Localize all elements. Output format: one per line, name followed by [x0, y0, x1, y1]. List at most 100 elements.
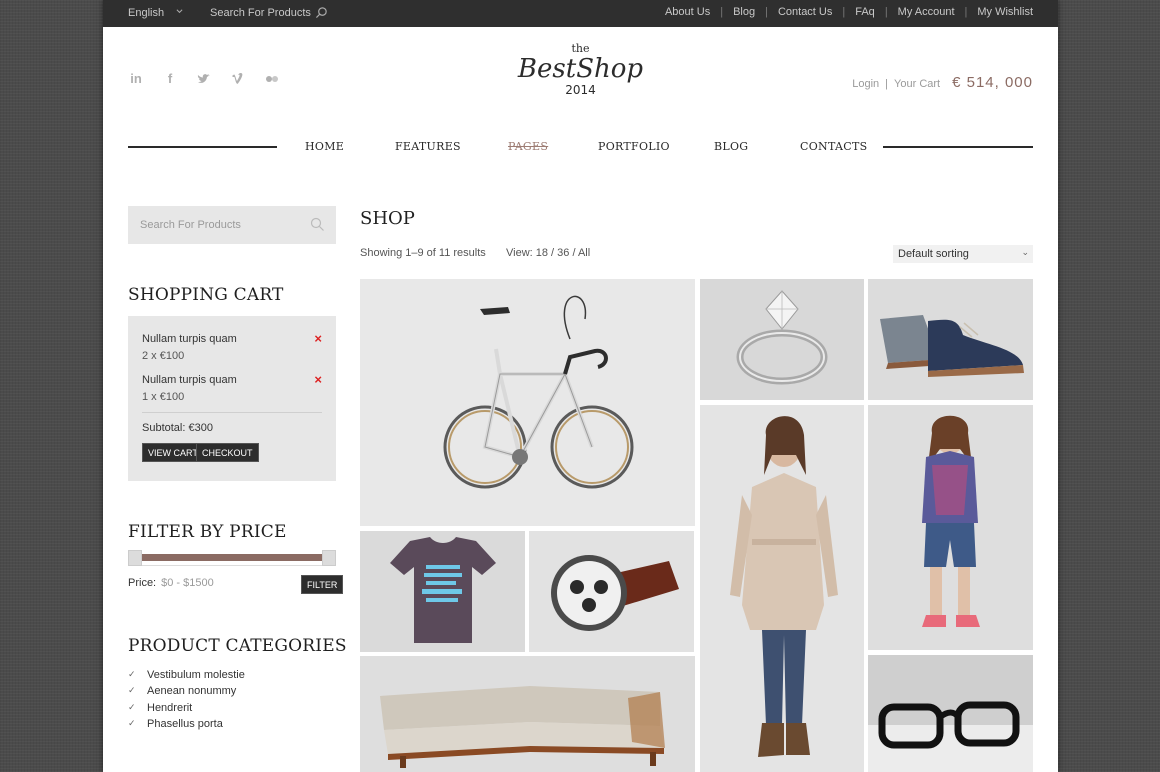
- separator: |: [842, 6, 846, 18]
- logo-name: BestShop: [517, 54, 644, 84]
- separator: |: [964, 6, 968, 18]
- checkmark-icon: ✓: [128, 669, 136, 679]
- price-range-slider[interactable]: [128, 550, 336, 566]
- product-categories-title: PRODUCT CATEGORIES: [128, 636, 347, 656]
- product-tile-trench-coat[interactable]: [700, 405, 864, 772]
- checkmark-icon: ✓: [128, 685, 136, 696]
- flickr-icon[interactable]: [265, 72, 279, 86]
- chevron-down-icon[interactable]: [176, 8, 183, 15]
- separator: |: [720, 6, 724, 18]
- tshirt-image: [360, 531, 525, 652]
- product-tile-watch[interactable]: [529, 531, 694, 652]
- category-label: Hendrerit: [147, 701, 193, 714]
- product-tile-eyeglasses[interactable]: [868, 655, 1033, 772]
- sorting-select[interactable]: Default sorting ⌄: [893, 245, 1033, 263]
- sorting-value: Default sorting: [898, 248, 969, 260]
- trench-coat-image: [700, 405, 864, 772]
- nav-item-blog[interactable]: BLOG: [714, 140, 748, 153]
- product-tile-sofa[interactable]: [360, 656, 695, 772]
- account-area: Login | Your Cart € 514, 000: [852, 74, 1033, 91]
- nav-item-features[interactable]: FEATURES: [395, 140, 461, 153]
- cart-item-qty: 2 x €100: [142, 350, 185, 362]
- nav-item-home[interactable]: HOME: [305, 140, 344, 153]
- facebook-icon[interactable]: f: [163, 72, 177, 86]
- sofa-image: [360, 656, 695, 772]
- category-label: Aenean nonummy: [147, 685, 237, 698]
- separator: |: [885, 78, 889, 90]
- category-item[interactable]: ✓ Vestibulum molestie: [128, 669, 245, 685]
- top-links: About Us | Blog | Contact Us | FAq | My …: [665, 6, 1033, 18]
- link-my-wishlist[interactable]: My Wishlist: [977, 6, 1033, 18]
- cart-item: Nullam turpis quam 2 x €100 ×: [142, 331, 322, 362]
- product-tile-ring[interactable]: [700, 279, 864, 400]
- category-list: ✓ Vestibulum molestie ✓ Aenean nonummy ✓ He…: [128, 669, 245, 734]
- linkedin-icon[interactable]: in: [129, 72, 143, 86]
- top-search-input[interactable]: Search For Products: [210, 7, 311, 19]
- nav-rule-left: [128, 146, 277, 148]
- product-tile-tshirt[interactable]: [360, 531, 525, 652]
- filter-by-price-title: FILTER BY PRICE: [128, 522, 287, 542]
- price-range-label: Price: $0 - $1500: [128, 577, 214, 589]
- ring-image: [700, 279, 864, 400]
- page-title: SHOP: [360, 208, 415, 229]
- separator: |: [884, 6, 888, 18]
- link-faq[interactable]: FAq: [855, 6, 875, 18]
- checkout-button[interactable]: CHECKOUT: [196, 443, 259, 462]
- divider: [142, 412, 322, 413]
- product-tile-shoes[interactable]: [868, 279, 1033, 400]
- nav-item-portfolio[interactable]: PORTFOLIO: [598, 140, 670, 153]
- search-placeholder: Search For Products: [140, 219, 241, 231]
- cart-item: Nullam turpis quam 1 x €100 ×: [142, 372, 322, 403]
- price-label: Price:: [128, 577, 157, 589]
- result-count: Showing 1–9 of 11 results: [360, 247, 486, 259]
- bicycle-image: [360, 279, 695, 526]
- search-icon[interactable]: [315, 6, 328, 19]
- mini-cart: Nullam turpis quam 2 x €100 × Nullam tur…: [128, 316, 336, 481]
- filter-button[interactable]: FILTER: [301, 575, 344, 594]
- category-item[interactable]: ✓ Hendrerit: [128, 702, 245, 718]
- cart-subtotal: Subtotal: €300: [142, 422, 213, 434]
- girl-outfit-image: [868, 405, 1033, 650]
- slider-handle-min[interactable]: [128, 550, 142, 566]
- link-blog[interactable]: Blog: [733, 6, 755, 18]
- nav-item-contacts[interactable]: CONTACTS: [800, 140, 867, 153]
- link-contact-us[interactable]: Contact Us: [778, 6, 832, 18]
- category-label: Phasellus porta: [147, 717, 223, 730]
- chevron-down-icon: ⌄: [1021, 247, 1029, 257]
- checkmark-icon: ✓: [128, 701, 136, 712]
- search-icon[interactable]: [310, 217, 325, 232]
- site-logo[interactable]: the BestShop 2014: [508, 42, 653, 112]
- vimeo-icon[interactable]: [231, 72, 245, 86]
- product-tile-bicycle[interactable]: [360, 279, 695, 526]
- eyeglasses-image: [868, 655, 1033, 772]
- logo-year: 2014: [565, 83, 596, 97]
- twitter-icon[interactable]: [197, 72, 211, 86]
- main-navigation: HOME FEATURES PAGES PORTFOLIO BLOG CONTA…: [128, 136, 1033, 158]
- nav-item-pages[interactable]: PAGES: [508, 140, 548, 153]
- category-item[interactable]: ✓ Aenean nonummy: [128, 685, 245, 701]
- login-link[interactable]: Login: [852, 78, 879, 90]
- view-cart-button[interactable]: VIEW CART: [142, 443, 204, 462]
- link-about-us[interactable]: About Us: [665, 6, 710, 18]
- link-my-account[interactable]: My Account: [898, 6, 955, 18]
- separator: |: [765, 6, 768, 18]
- slider-baseline: [128, 565, 336, 566]
- language-selector[interactable]: English: [128, 7, 164, 19]
- your-cart-link[interactable]: Your Cart: [894, 78, 940, 90]
- product-tile-girl-outfit[interactable]: [868, 405, 1033, 650]
- top-bar: English Search For Products About Us | B…: [103, 0, 1058, 27]
- cart-item-name[interactable]: Nullam turpis quam: [142, 333, 322, 345]
- category-item[interactable]: ✓ Phasellus porta: [128, 718, 245, 734]
- shopping-cart-title: SHOPPING CART: [128, 285, 284, 305]
- sidebar-search-input[interactable]: Search For Products: [128, 206, 336, 244]
- view-per-page[interactable]: View: 18 / 36 / All: [506, 247, 590, 259]
- slider-track: [141, 554, 323, 561]
- cart-total[interactable]: € 514, 000: [952, 74, 1033, 91]
- slider-handle-max[interactable]: [322, 550, 336, 566]
- watch-image: [529, 531, 694, 652]
- social-links: in f: [129, 72, 279, 86]
- remove-item-icon[interactable]: ×: [314, 372, 322, 387]
- nav-rule-right: [883, 146, 1033, 148]
- cart-item-name[interactable]: Nullam turpis quam: [142, 374, 322, 386]
- remove-item-icon[interactable]: ×: [314, 331, 322, 346]
